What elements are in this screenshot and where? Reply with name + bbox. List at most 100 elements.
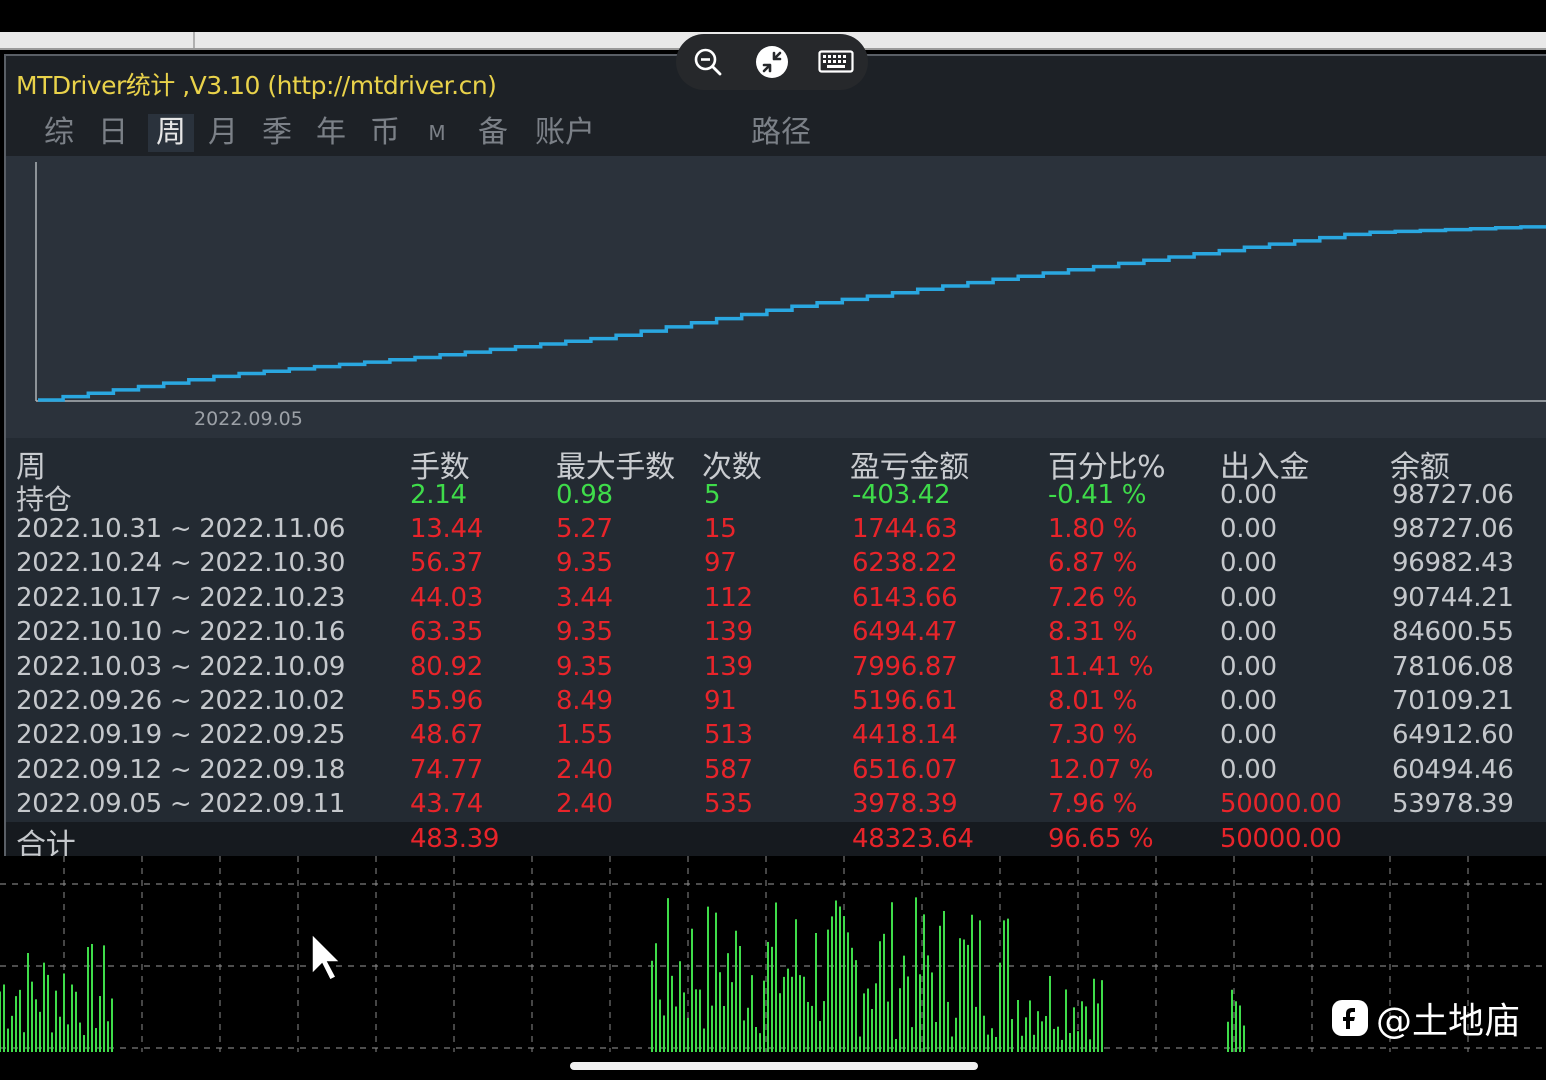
cell-week: 2022.10.03 ~ 2022.10.09 <box>16 651 346 682</box>
total-pnl: 48323.64 <box>852 824 974 854</box>
cell-lots: 55.96 <box>410 686 483 716</box>
tab-day[interactable]: 日 <box>92 114 134 152</box>
window-title: MTDriver统计 ,V3.10 (http://mtdriver.cn) <box>16 71 497 100</box>
cell-percent: 11.41 % <box>1048 651 1154 682</box>
disconnect-icon <box>756 46 788 78</box>
tab-year[interactable]: 年 <box>310 114 352 152</box>
cell-week: 2022.09.26 ~ 2022.10.02 <box>16 686 346 716</box>
cell-max-lots: 9.35 <box>556 617 613 648</box>
cell-balance: 64912.60 <box>1392 720 1514 751</box>
cell-count: 112 <box>704 582 753 613</box>
position-row-label: 持仓 <box>16 483 72 516</box>
position-lots: 2.14 <box>410 480 467 510</box>
cell-max-lots: 2.40 <box>556 789 613 820</box>
cell-lots: 48.67 <box>410 720 483 751</box>
cell-max-lots: 3.44 <box>556 582 613 613</box>
cell-pnl: 3978.39 <box>852 789 958 820</box>
position-percent: -0.41 % <box>1048 480 1147 510</box>
cell-balance: 78106.08 <box>1392 651 1514 682</box>
x-tick-label: 2022.09.05 <box>194 408 303 430</box>
cell-percent: 8.31 % <box>1048 617 1138 648</box>
tab-quarter[interactable]: 季 <box>256 114 298 152</box>
cell-max-lots: 2.40 <box>556 754 613 785</box>
cell-deposit: 0.00 <box>1220 686 1277 716</box>
volume-indicator-svg <box>0 856 1546 1052</box>
position-deposit: 0.00 <box>1220 480 1277 510</box>
cell-count: 535 <box>704 789 753 820</box>
cell-balance: 98727.06 <box>1392 514 1514 544</box>
cell-lots: 13.44 <box>410 514 483 544</box>
cell-max-lots: 5.27 <box>556 514 613 544</box>
cell-count: 139 <box>704 617 753 648</box>
remote-control-toolbar <box>676 34 868 90</box>
cell-pnl: 6238.22 <box>852 548 958 579</box>
keyboard-icon <box>818 50 854 73</box>
position-balance: 98727.06 <box>1392 480 1514 510</box>
toolbar-separator <box>193 32 195 48</box>
cell-lots: 56.37 <box>410 548 483 579</box>
tab-m[interactable]: M <box>420 114 454 152</box>
total-lots: 483.39 <box>410 824 500 854</box>
cell-pnl: 5196.61 <box>852 686 958 716</box>
app-logo-icon <box>1332 1000 1368 1036</box>
cell-count: 15 <box>704 514 737 544</box>
cell-percent: 6.87 % <box>1048 548 1138 579</box>
cell-percent: 1.80 % <box>1048 514 1138 544</box>
tab-remark[interactable]: 备 <box>472 114 514 152</box>
cell-count: 139 <box>704 651 753 682</box>
cell-lots: 43.74 <box>410 789 483 820</box>
cell-deposit: 0.00 <box>1220 617 1277 648</box>
cell-pnl: 6143.66 <box>852 582 958 613</box>
home-indicator[interactable] <box>570 1062 978 1070</box>
cell-deposit: 0.00 <box>1220 720 1277 751</box>
cell-percent: 8.01 % <box>1048 686 1138 716</box>
mtdriver-stats-panel: MTDriver统计 ,V3.10 (http://mtdriver.cn) 综… <box>4 54 1546 863</box>
cell-balance: 70109.21 <box>1392 686 1514 716</box>
cell-deposit: 0.00 <box>1220 548 1277 579</box>
cell-count: 513 <box>704 720 753 751</box>
cell-deposit: 0.00 <box>1220 582 1277 613</box>
cell-percent: 12.07 % <box>1048 754 1154 785</box>
tab-month[interactable]: 月 <box>202 114 244 152</box>
zoom-out-button[interactable] <box>688 42 728 82</box>
cell-percent: 7.96 % <box>1048 789 1138 820</box>
cell-pnl: 7996.87 <box>852 651 958 682</box>
total-deposit: 50000.00 <box>1220 824 1342 854</box>
cell-week: 2022.09.05 ~ 2022.09.11 <box>16 789 346 820</box>
cell-percent: 7.26 % <box>1048 582 1138 613</box>
cell-lots: 44.03 <box>410 582 483 613</box>
total-percent: 96.65 % <box>1048 824 1154 854</box>
cell-pnl: 1744.63 <box>852 514 958 544</box>
zoom-out-icon <box>694 48 722 76</box>
position-count: 5 <box>704 480 721 510</box>
equity-line <box>38 225 1546 402</box>
cell-max-lots: 9.35 <box>556 548 613 579</box>
tab-summary[interactable]: 综 <box>38 114 80 152</box>
cell-max-lots: 8.49 <box>556 686 613 716</box>
cell-week: 2022.10.24 ~ 2022.10.30 <box>16 548 346 579</box>
cell-balance: 60494.46 <box>1392 754 1514 785</box>
cell-week: 2022.10.17 ~ 2022.10.23 <box>16 582 346 613</box>
position-pnl: -403.42 <box>852 480 951 510</box>
cell-deposit: 0.00 <box>1220 514 1277 544</box>
tab-path[interactable]: 路径 <box>746 114 816 152</box>
equity-chart-svg: 2022.09.05 <box>35 162 1546 430</box>
cell-lots: 80.92 <box>410 651 483 682</box>
cell-balance: 96982.43 <box>1392 548 1514 579</box>
mouse-cursor-icon <box>311 932 342 982</box>
disconnect-button[interactable] <box>752 42 792 82</box>
keyboard-button[interactable] <box>816 42 856 82</box>
cell-week: 2022.09.19 ~ 2022.09.25 <box>16 720 346 751</box>
cell-balance: 53978.39 <box>1392 789 1514 820</box>
period-tabs: 综 日 周 月 季 年 币 M 备 账户 路径 <box>6 108 1546 156</box>
tab-account[interactable]: 账户 <box>530 114 600 152</box>
top-black-strip <box>0 0 1546 32</box>
tab-currency[interactable]: 币 <box>364 114 406 152</box>
cell-balance: 84600.55 <box>1392 617 1514 648</box>
cell-lots: 63.35 <box>410 617 483 648</box>
cell-deposit: 50000.00 <box>1220 789 1342 820</box>
position-max-lots: 0.98 <box>556 480 613 510</box>
cell-balance: 90744.21 <box>1392 582 1514 613</box>
volume-indicator-chart <box>0 856 1546 1052</box>
tab-week[interactable]: 周 <box>148 114 194 152</box>
